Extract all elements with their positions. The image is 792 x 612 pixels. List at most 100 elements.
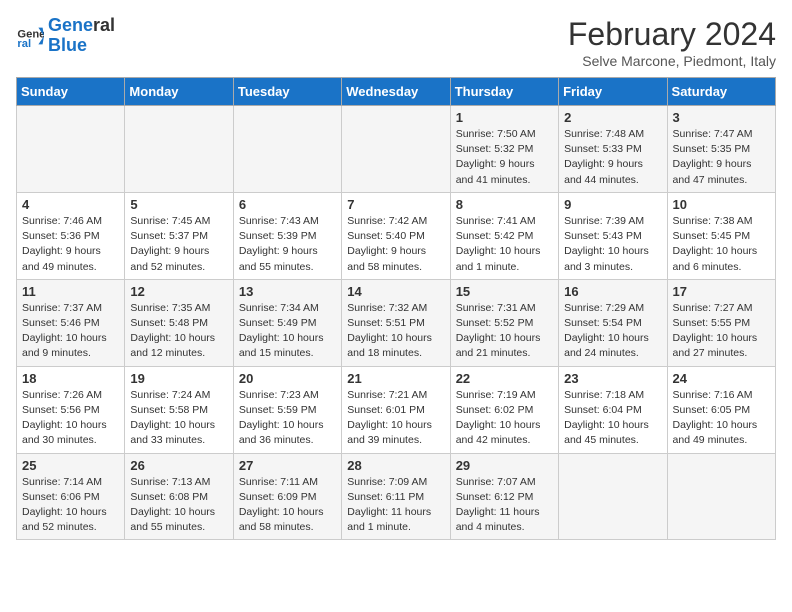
day-info: Sunrise: 7:13 AM Sunset: 6:08 PM Dayligh… (130, 475, 227, 536)
calendar-cell: 8 Sunrise: 7:41 AM Sunset: 5:42 PM Daylig… (450, 192, 558, 279)
calendar-cell: 22 Sunrise: 7:19 AM Sunset: 6:02 PM Dayli… (450, 366, 558, 453)
day-number: 13 (239, 284, 336, 299)
calendar-cell: 17 Sunrise: 7:27 AM Sunset: 5:55 PM Dayli… (667, 279, 775, 366)
day-number: 25 (22, 458, 119, 473)
calendar-week-row: 11 Sunrise: 7:37 AM Sunset: 5:46 PM Dayli… (17, 279, 776, 366)
svg-text:ral: ral (17, 38, 31, 50)
day-number: 21 (347, 371, 444, 386)
day-info: Sunrise: 7:45 AM Sunset: 5:37 PM Dayligh… (130, 214, 227, 275)
month-title: February 2024 (568, 16, 776, 53)
day-number: 17 (673, 284, 770, 299)
day-number: 8 (456, 197, 553, 212)
weekday-header-cell: Monday (125, 78, 233, 106)
day-info: Sunrise: 7:43 AM Sunset: 5:39 PM Dayligh… (239, 214, 336, 275)
calendar-week-row: 18Sunrise: 7:26 AM Sunset: 5:56 PM Dayli… (17, 366, 776, 453)
calendar-cell: 11 Sunrise: 7:37 AM Sunset: 5:46 PM Dayli… (17, 279, 125, 366)
day-info: Sunrise: 7:38 AM Sunset: 5:45 PM Dayligh… (673, 214, 770, 275)
day-number: 7 (347, 197, 444, 212)
calendar-cell: 27Sunrise: 7:11 AM Sunset: 6:09 PM Dayli… (233, 453, 341, 540)
day-info: Sunrise: 7:07 AM Sunset: 6:12 PM Dayligh… (456, 475, 553, 536)
day-number: 4 (22, 197, 119, 212)
day-number: 20 (239, 371, 336, 386)
calendar-cell (667, 453, 775, 540)
day-info: Sunrise: 7:37 AM Sunset: 5:46 PM Dayligh… (22, 301, 119, 362)
calendar-cell: 23 Sunrise: 7:18 AM Sunset: 6:04 PM Dayli… (559, 366, 667, 453)
title-block: February 2024 Selve Marcone, Piedmont, I… (568, 16, 776, 69)
calendar-cell: 20 Sunrise: 7:23 AM Sunset: 5:59 PM Dayli… (233, 366, 341, 453)
calendar-week-row: 25 Sunrise: 7:14 AM Sunset: 6:06 PM Dayli… (17, 453, 776, 540)
day-number: 24 (673, 371, 770, 386)
calendar-cell (17, 106, 125, 193)
calendar-cell: 9 Sunrise: 7:39 AM Sunset: 5:43 PM Daylig… (559, 192, 667, 279)
day-number: 10 (673, 197, 770, 212)
day-info: Sunrise: 7:48 AM Sunset: 5:33 PM Dayligh… (564, 127, 661, 188)
day-info: Sunrise: 7:21 AM Sunset: 6:01 PM Dayligh… (347, 388, 444, 449)
calendar-cell: 2 Sunrise: 7:48 AM Sunset: 5:33 PM Daylig… (559, 106, 667, 193)
weekday-header-row: SundayMondayTuesdayWednesdayThursdayFrid… (17, 78, 776, 106)
calendar-cell: 3 Sunrise: 7:47 AM Sunset: 5:35 PM Daylig… (667, 106, 775, 193)
day-info: Sunrise: 7:31 AM Sunset: 5:52 PM Dayligh… (456, 301, 553, 362)
day-info: Sunrise: 7:29 AM Sunset: 5:54 PM Dayligh… (564, 301, 661, 362)
calendar-cell (233, 106, 341, 193)
day-number: 5 (130, 197, 227, 212)
day-number: 11 (22, 284, 119, 299)
day-number: 14 (347, 284, 444, 299)
day-number: 15 (456, 284, 553, 299)
calendar-table: SundayMondayTuesdayWednesdayThursdayFrid… (16, 77, 776, 540)
day-number: 2 (564, 110, 661, 125)
day-number: 9 (564, 197, 661, 212)
calendar-cell (342, 106, 450, 193)
logo-icon: Gene ral (16, 22, 44, 50)
day-info: Sunrise: 7:27 AM Sunset: 5:55 PM Dayligh… (673, 301, 770, 362)
day-number: 12 (130, 284, 227, 299)
day-info: Sunrise: 7:34 AM Sunset: 5:49 PM Dayligh… (239, 301, 336, 362)
day-number: 6 (239, 197, 336, 212)
logo: Gene ral GeneralBlue (16, 16, 115, 56)
calendar-cell: 19Sunrise: 7:24 AM Sunset: 5:58 PM Dayli… (125, 366, 233, 453)
calendar-cell: 7 Sunrise: 7:42 AM Sunset: 5:40 PM Daylig… (342, 192, 450, 279)
weekday-header-cell: Wednesday (342, 78, 450, 106)
calendar-cell: 15 Sunrise: 7:31 AM Sunset: 5:52 PM Dayli… (450, 279, 558, 366)
calendar-cell: 13 Sunrise: 7:34 AM Sunset: 5:49 PM Dayli… (233, 279, 341, 366)
calendar-cell: 12 Sunrise: 7:35 AM Sunset: 5:48 PM Dayli… (125, 279, 233, 366)
calendar-cell: 24 Sunrise: 7:16 AM Sunset: 6:05 PM Dayli… (667, 366, 775, 453)
day-info: Sunrise: 7:35 AM Sunset: 5:48 PM Dayligh… (130, 301, 227, 362)
weekday-header-cell: Sunday (17, 78, 125, 106)
day-info: Sunrise: 7:19 AM Sunset: 6:02 PM Dayligh… (456, 388, 553, 449)
calendar-week-row: 1 Sunrise: 7:50 AM Sunset: 5:32 PM Daylig… (17, 106, 776, 193)
calendar-cell: 29 Sunrise: 7:07 AM Sunset: 6:12 PM Dayli… (450, 453, 558, 540)
day-info: Sunrise: 7:32 AM Sunset: 5:51 PM Dayligh… (347, 301, 444, 362)
calendar-cell: 28 Sunrise: 7:09 AM Sunset: 6:11 PM Dayli… (342, 453, 450, 540)
calendar-week-row: 4 Sunrise: 7:46 AM Sunset: 5:36 PM Daylig… (17, 192, 776, 279)
day-number: 29 (456, 458, 553, 473)
calendar-cell: 5 Sunrise: 7:45 AM Sunset: 5:37 PM Daylig… (125, 192, 233, 279)
day-info: Sunrise: 7:39 AM Sunset: 5:43 PM Dayligh… (564, 214, 661, 275)
day-number: 22 (456, 371, 553, 386)
day-number: 3 (673, 110, 770, 125)
day-info: Sunrise: 7:23 AM Sunset: 5:59 PM Dayligh… (239, 388, 336, 449)
calendar-cell: 21 Sunrise: 7:21 AM Sunset: 6:01 PM Dayli… (342, 366, 450, 453)
weekday-header-cell: Tuesday (233, 78, 341, 106)
calendar-cell: 14 Sunrise: 7:32 AM Sunset: 5:51 PM Dayli… (342, 279, 450, 366)
day-info: Sunrise: 7:50 AM Sunset: 5:32 PM Dayligh… (456, 127, 553, 188)
day-info: Sunrise: 7:47 AM Sunset: 5:35 PM Dayligh… (673, 127, 770, 188)
day-info: Sunrise: 7:18 AM Sunset: 6:04 PM Dayligh… (564, 388, 661, 449)
day-number: 18 (22, 371, 119, 386)
day-number: 28 (347, 458, 444, 473)
day-info: Sunrise: 7:09 AM Sunset: 6:11 PM Dayligh… (347, 475, 444, 536)
calendar-cell: 6 Sunrise: 7:43 AM Sunset: 5:39 PM Daylig… (233, 192, 341, 279)
weekday-header-cell: Thursday (450, 78, 558, 106)
weekday-header-cell: Friday (559, 78, 667, 106)
day-info: Sunrise: 7:11 AM Sunset: 6:09 PM Dayligh… (239, 475, 336, 536)
day-info: Sunrise: 7:14 AM Sunset: 6:06 PM Dayligh… (22, 475, 119, 536)
day-info: Sunrise: 7:42 AM Sunset: 5:40 PM Dayligh… (347, 214, 444, 275)
day-info: Sunrise: 7:24 AM Sunset: 5:58 PM Dayligh… (130, 388, 227, 449)
weekday-header-cell: Saturday (667, 78, 775, 106)
day-info: Sunrise: 7:46 AM Sunset: 5:36 PM Dayligh… (22, 214, 119, 275)
day-number: 23 (564, 371, 661, 386)
day-info: Sunrise: 7:41 AM Sunset: 5:42 PM Dayligh… (456, 214, 553, 275)
day-number: 1 (456, 110, 553, 125)
calendar-cell: 4 Sunrise: 7:46 AM Sunset: 5:36 PM Daylig… (17, 192, 125, 279)
calendar-body: 1 Sunrise: 7:50 AM Sunset: 5:32 PM Daylig… (17, 106, 776, 540)
day-info: Sunrise: 7:16 AM Sunset: 6:05 PM Dayligh… (673, 388, 770, 449)
